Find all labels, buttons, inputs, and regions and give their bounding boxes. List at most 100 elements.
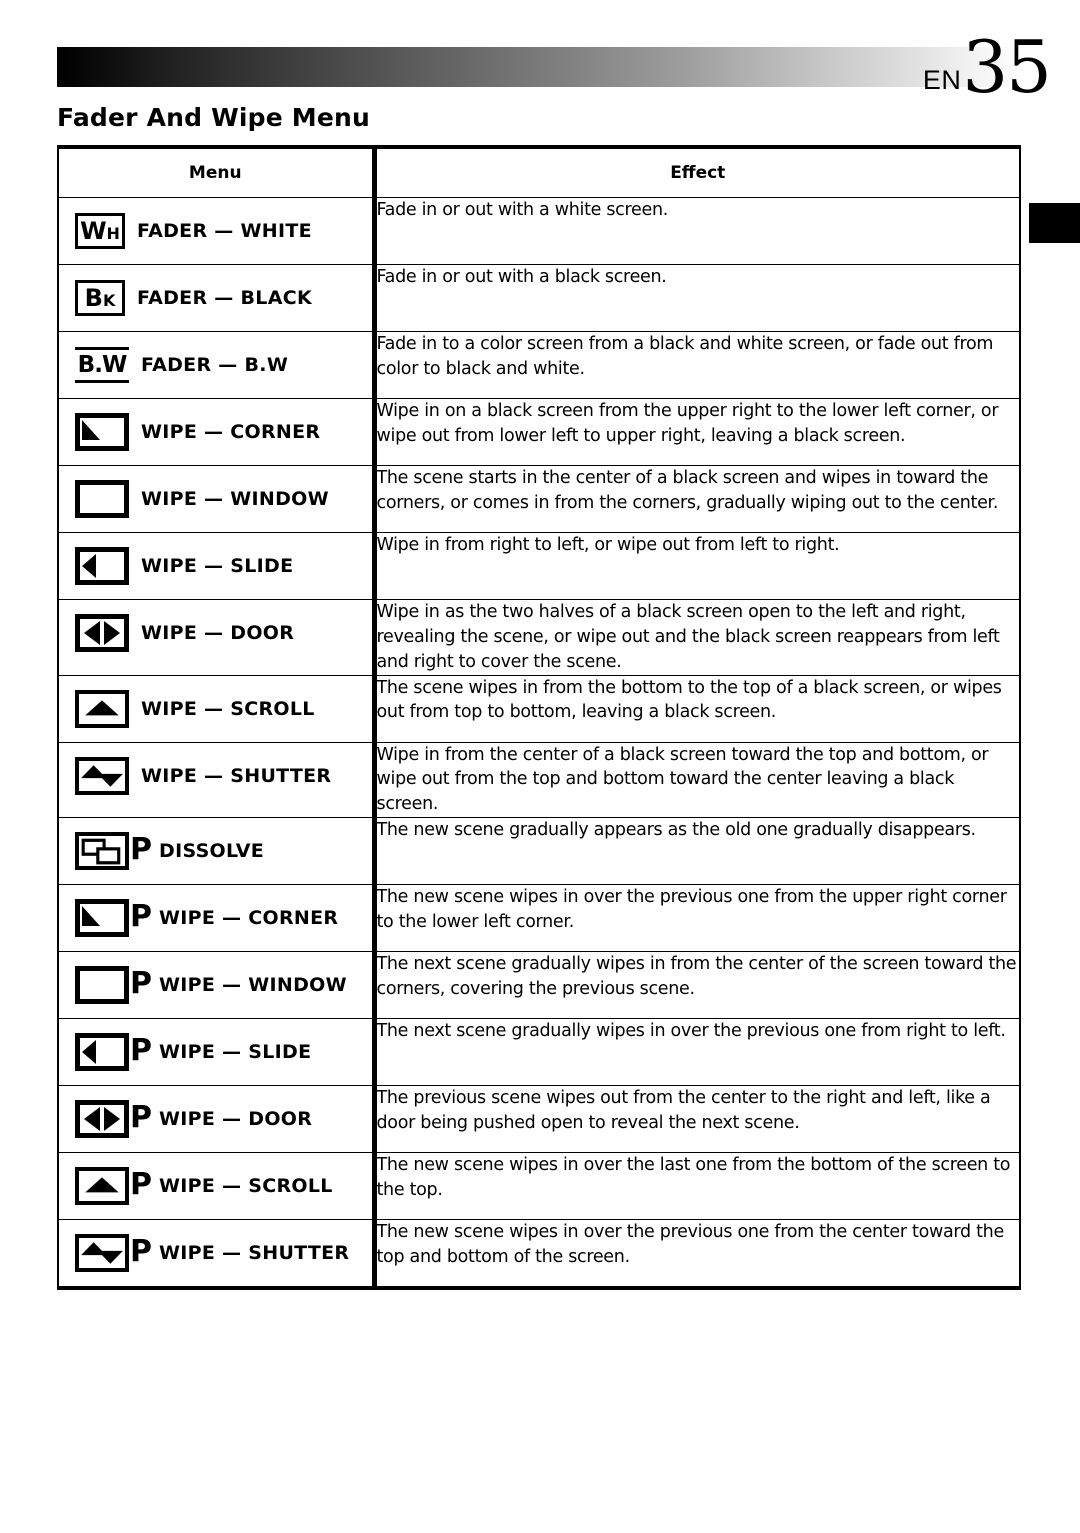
up-triangle-glyph [85, 699, 119, 715]
icon-frame [75, 1100, 129, 1139]
menu-item-label: WIPE — DOOR [159, 1108, 313, 1131]
menu-entry: P WIPE — DOOR [59, 1086, 372, 1152]
program-ae-p-marker: P [130, 1100, 152, 1136]
table-row: B K FADER — BLACK Fade in or out with a bla… [58, 264, 1020, 332]
icon-text-main: B [84, 284, 103, 312]
menu-cell: WIPE — WINDOW [58, 465, 377, 533]
icon-frame [75, 614, 129, 652]
wipe-window-icon [75, 480, 129, 518]
effect-cell: Fade in or out with a white screen. [374, 197, 1020, 265]
menu-item-label: WIPE — SLIDE [141, 555, 294, 577]
icon-frame [75, 413, 129, 451]
table-row: B.W FADER — B.W Fade in to a color screen … [58, 331, 1020, 399]
icon-frame: BK [75, 280, 125, 316]
effect-cell: The new scene gradually appears as the o… [374, 817, 1020, 886]
icon-frame [75, 1167, 129, 1206]
icon-text-sub: K [102, 291, 116, 310]
table-row: WIPE — WINDOW The scene starts in the cen… [58, 465, 1020, 533]
menu-item-label: WIPE — SLIDE [159, 1041, 312, 1064]
program-ae-p-marker: P [130, 899, 152, 935]
menu-item-label: WIPE — CORNER [159, 907, 339, 930]
program-ae-p-marker: P [130, 966, 152, 1002]
column-header-effect: Effect [374, 147, 1020, 198]
up-triangle-glyph [85, 1177, 119, 1193]
menu-item-label: WIPE — DOOR [141, 622, 295, 644]
table-row: WIPE — DOOR Wipe in as the two halves of … [58, 599, 1020, 676]
effect-cell: Wipe in from the center of a black scree… [374, 742, 1020, 819]
menu-item-label: FADER — B.W [141, 354, 289, 376]
menu-entry: WIPE — CORNER [59, 399, 372, 465]
menu-entry: B K FADER — BLACK [59, 265, 372, 331]
wipe-scroll-icon [75, 689, 129, 728]
table-row: P WIPE — CORNER The new scene wipes in ove… [58, 884, 1020, 953]
page-number: EN 35 [922, 28, 1052, 103]
effect-cell: The next scene gradually wipes in from t… [374, 951, 1020, 1020]
program-ae-p-marker: P [130, 1033, 152, 1069]
icon-text-sub: H [106, 224, 120, 243]
wipe-shutter-icon [75, 756, 129, 795]
table-row: W H FADER — WHITE Fade in or out with a whi… [58, 197, 1020, 265]
menu-entry: P WIPE — WINDOW [59, 952, 372, 1018]
effect-cell: The scene wipes in from the bottom to th… [374, 675, 1020, 743]
menu-cell: P WIPE — DOOR [58, 1085, 377, 1154]
menu-cell: P WIPE — WINDOW [58, 951, 377, 1020]
table-row: P WIPE — SLIDE The next scene gradually wi… [58, 1018, 1020, 1087]
fader-black-icon: BK [75, 280, 125, 316]
icon-frame: B.W [75, 347, 129, 383]
menu-item-label: FADER — WHITE [137, 220, 312, 242]
menu-item-label: WIPE — SCROLL [159, 1175, 333, 1198]
corner-triangle-glyph [82, 906, 100, 927]
menu-item-label: WIPE — WINDOW [141, 488, 329, 510]
corner-triangle-glyph [82, 420, 100, 440]
fader-wipe-menu-table: Menu Effect W H FADER — WHITE Fade in or ou… [57, 145, 1021, 1291]
menu-entry: P WIPE — SHUTTER [59, 1220, 372, 1286]
menu-cell: B K FADER — BLACK [58, 264, 377, 332]
table-row: P WIPE — WINDOW The next scene gradually w… [58, 951, 1020, 1020]
locale-code: EN [922, 65, 962, 95]
effect-cell: Wipe in as the two halves of a black scr… [374, 599, 1020, 676]
wipe-slide-p-icon [75, 1033, 129, 1072]
wipe-corner-p-icon [75, 899, 129, 938]
menu-cell: P DISSOLVE [58, 817, 377, 886]
menu-entry: WIPE — SHUTTER [59, 743, 372, 809]
icon-frame [75, 547, 129, 585]
menu-entry: WIPE — DOOR [59, 600, 372, 666]
wipe-door-p-icon [75, 1100, 129, 1139]
table-header-row: Menu Effect [58, 147, 1020, 198]
up-down-triangle-glyph [81, 1242, 123, 1264]
menu-item-label: DISSOLVE [159, 840, 265, 863]
menu-item-label: WIPE — SHUTTER [141, 764, 332, 787]
wipe-slide-icon [75, 547, 129, 585]
menu-cell: P WIPE — CORNER [58, 884, 377, 953]
effect-cell: The scene starts in the center of a blac… [374, 465, 1020, 533]
program-ae-p-marker: P [130, 832, 152, 868]
column-header-menu: Menu [58, 147, 377, 198]
menu-entry: WIPE — WINDOW [59, 466, 372, 532]
wipe-shutter-p-icon [75, 1234, 129, 1273]
menu-cell: WIPE — SLIDE [58, 532, 377, 600]
table-row: WIPE — SHUTTER Wipe in from the center of… [58, 742, 1020, 819]
fader-bw-icon: B.W [75, 347, 129, 383]
fader-white-icon: WH [75, 213, 125, 249]
wipe-door-icon [75, 614, 129, 652]
menu-cell: P WIPE — SCROLL [58, 1152, 377, 1221]
menu-cell: WIPE — CORNER [58, 398, 377, 466]
menu-entry: P WIPE — SCROLL [59, 1153, 372, 1219]
table-body: W H FADER — WHITE Fade in or out with a whi… [58, 197, 1020, 1289]
menu-cell: WIPE — SCROLL [58, 675, 377, 743]
menu-cell: P WIPE — SLIDE [58, 1018, 377, 1087]
menu-item-label: WIPE — SHUTTER [159, 1242, 350, 1265]
effect-cell: Fade in to a color screen from a black a… [374, 331, 1020, 399]
menu-cell: W H FADER — WHITE [58, 197, 377, 265]
effect-cell: Fade in or out with a black screen. [374, 264, 1020, 332]
icon-frame [75, 899, 129, 938]
icon-frame [75, 1234, 129, 1273]
menu-entry: P DISSOLVE [59, 818, 372, 884]
menu-item-label: FADER — BLACK [137, 287, 312, 309]
page-header: EN 35 [0, 0, 1080, 103]
icon-frame [75, 1033, 129, 1072]
header-gradient-bar [57, 47, 1020, 87]
left-triangle-glyph [82, 1040, 96, 1065]
table-row: WIPE — CORNER Wipe in on a black screen f… [58, 398, 1020, 466]
effect-cell: Wipe in on a black screen from the upper… [374, 398, 1020, 466]
